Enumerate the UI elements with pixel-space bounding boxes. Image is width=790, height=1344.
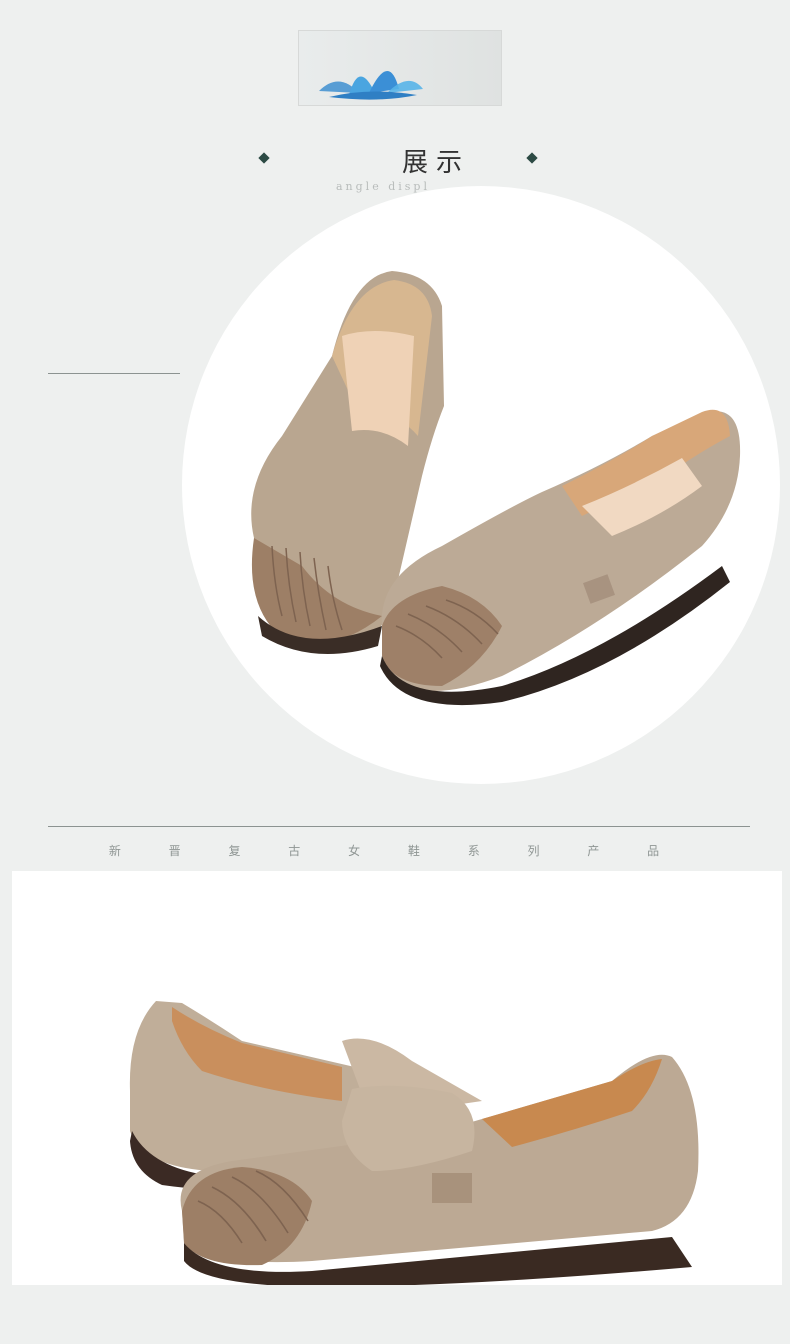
product-circle xyxy=(182,186,780,784)
lotus-icon xyxy=(319,70,423,100)
diamond-right-icon xyxy=(526,152,538,164)
product-photo-panel xyxy=(12,871,782,1285)
section-title-row: 展示 xyxy=(0,138,790,178)
shoe-side-view-image xyxy=(129,1001,699,1285)
divider-short xyxy=(48,373,180,374)
series-caption: 新 晋 复 古 女 鞋 系 列 产 品 xyxy=(108,844,682,858)
divider-long xyxy=(48,826,750,827)
decorative-banner xyxy=(298,30,502,106)
section-title: 展示 xyxy=(402,148,471,178)
shoe-pair-image xyxy=(251,271,741,706)
diamond-left-icon xyxy=(258,152,270,164)
